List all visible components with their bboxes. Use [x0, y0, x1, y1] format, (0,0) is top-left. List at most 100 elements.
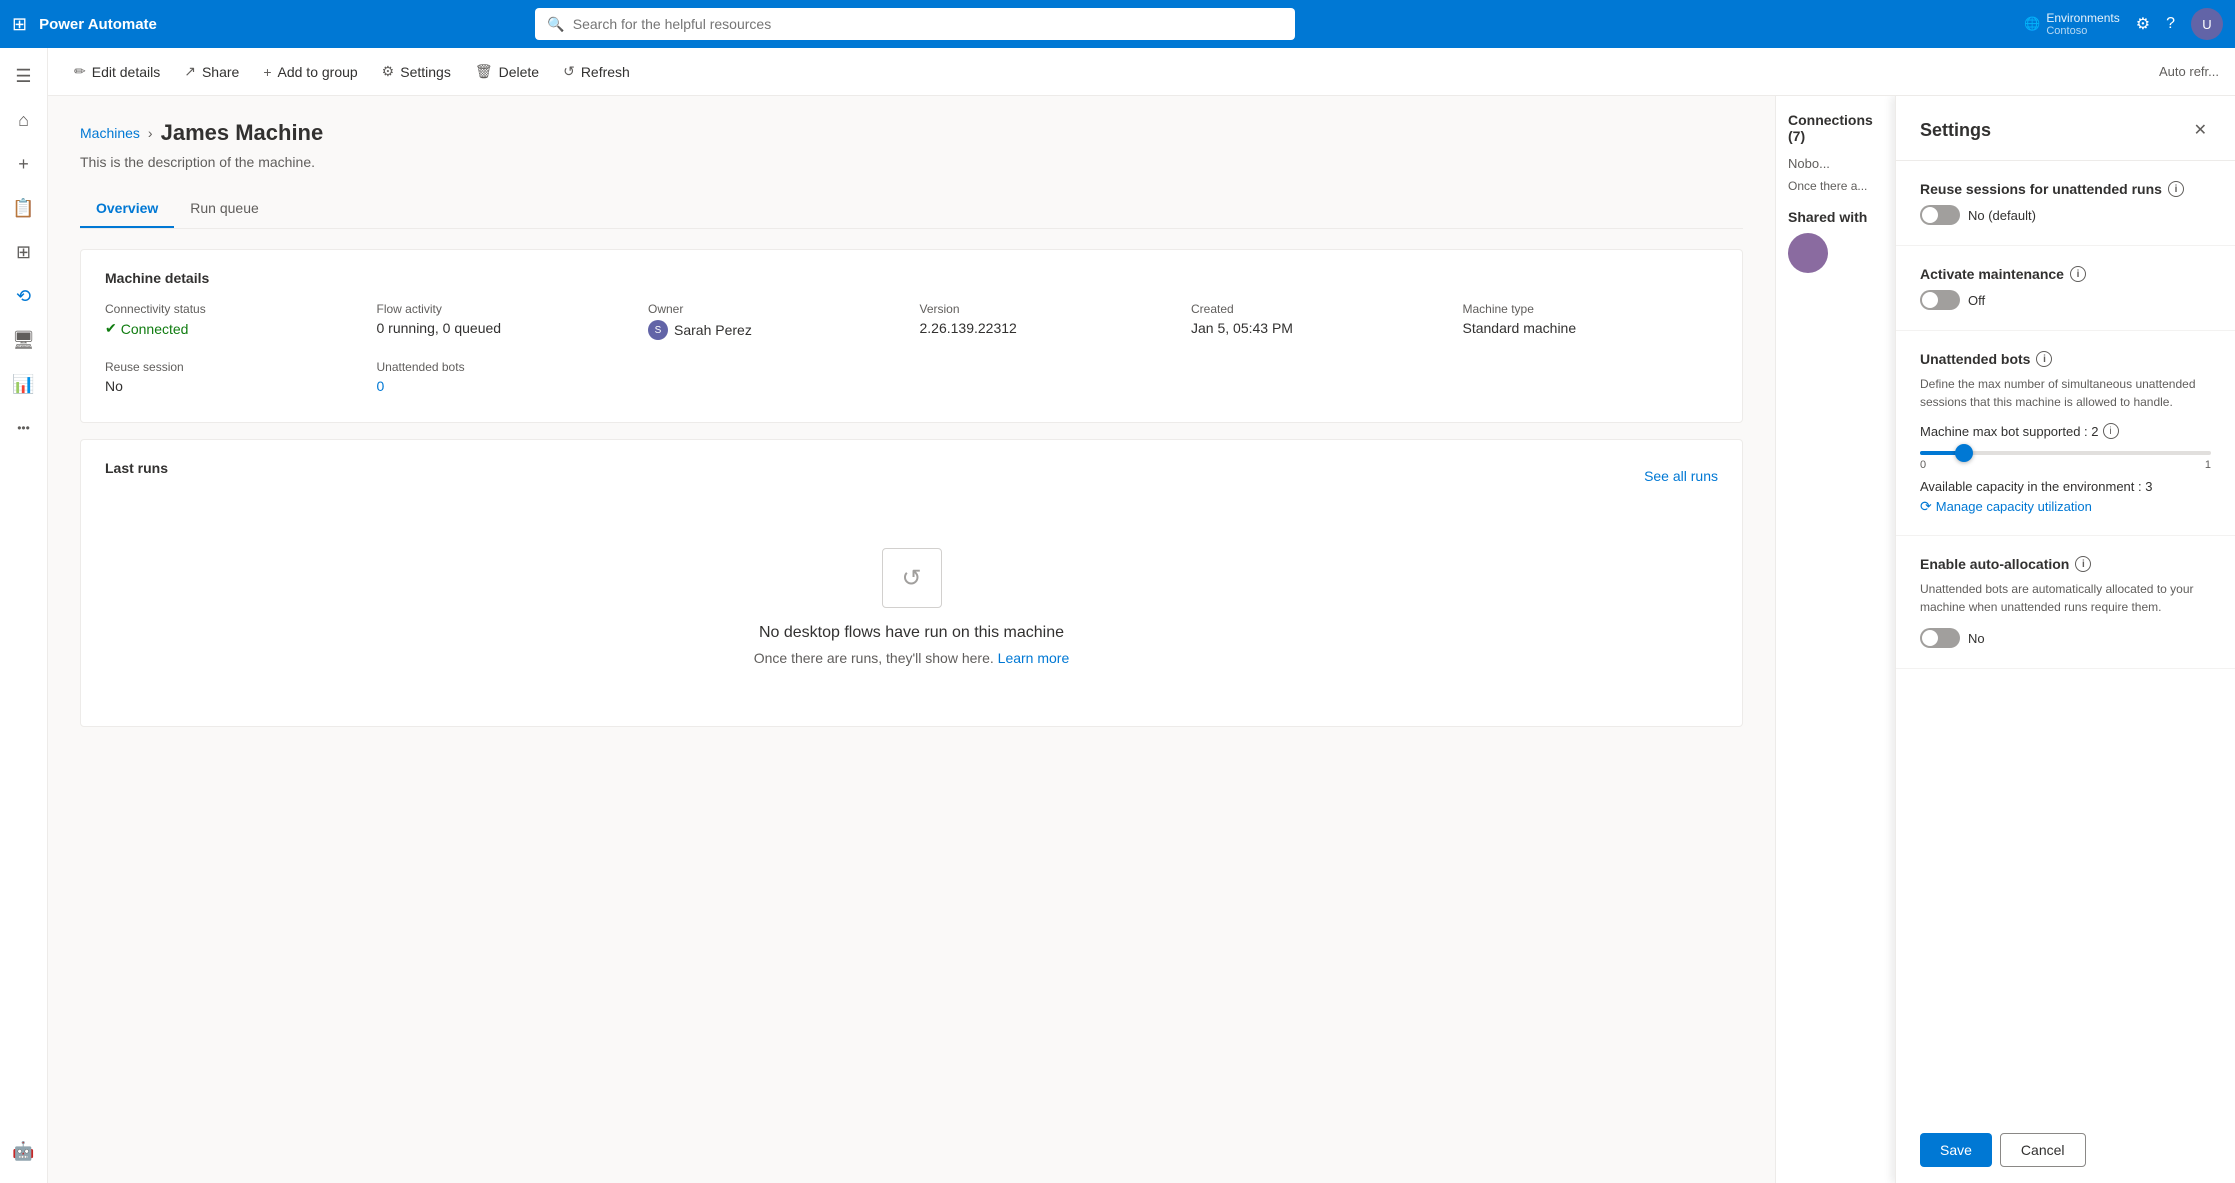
environment-selector[interactable]: 🌐 Environments Contoso [2024, 11, 2120, 37]
sidebar-monitor-icon[interactable]: 🖥 [4, 320, 44, 360]
app-grid-icon[interactable]: ⊞ [12, 14, 27, 35]
version-value: 2.26.139.22312 [920, 320, 1176, 336]
unattended-bots-section: Unattended bots i Define the max number … [1896, 331, 2235, 536]
close-panel-button[interactable]: ✕ [2190, 116, 2211, 144]
panel-footer: Save Cancel [1896, 1117, 2235, 1183]
slider-max: 1 [2205, 459, 2211, 471]
slider-min: 0 [1920, 459, 1926, 471]
sidebar-add-icon[interactable]: + [4, 144, 44, 184]
edit-details-button[interactable]: ✏ Edit details [64, 57, 170, 86]
sidebar-solutions-icon[interactable]: ⊞ [4, 232, 44, 272]
owner-avatar: S [648, 320, 668, 340]
add-to-group-button[interactable]: + Add to group [253, 58, 367, 86]
reuse-session-value: No [105, 378, 361, 394]
unattended-bots-label: Unattended bots [377, 360, 633, 374]
created-label: Created [1191, 302, 1447, 316]
sidebar-more-icon[interactable]: ••• [4, 408, 44, 448]
nav-right: 🌐 Environments Contoso ⚙ ? U [2024, 8, 2223, 40]
slider-container: 0 1 [1920, 451, 2211, 471]
delete-button[interactable]: 🗑 Delete [465, 57, 549, 86]
auto-refresh-label: Auto refr... [2159, 64, 2219, 79]
connected-icon: ✔ [105, 320, 117, 337]
app-title: Power Automate [39, 16, 157, 33]
machine-details-title: Machine details [105, 270, 1718, 286]
activate-maintenance-toggle-row: Off [1920, 290, 2211, 310]
auto-allocation-toggle-row: No [1920, 628, 2211, 648]
cancel-button[interactable]: Cancel [2000, 1133, 2086, 1167]
auto-allocation-desc: Unattended bots are automatically alloca… [1920, 580, 2211, 616]
unattended-bots-info-icon[interactable]: i [2036, 351, 2052, 367]
activate-maintenance-toggle[interactable] [1920, 290, 1960, 310]
sidebar-home-icon[interactable]: ⌂ [4, 100, 44, 140]
breadcrumb-parent[interactable]: Machines [80, 125, 140, 141]
auto-allocation-info-icon[interactable]: i [2075, 556, 2091, 572]
connections-title: Connections (7) [1788, 112, 1883, 144]
see-all-runs-link[interactable]: See all runs [1644, 468, 1718, 484]
share-icon: ↗ [184, 63, 196, 80]
auto-allocation-value: No [1968, 631, 1985, 646]
tabs: Overview Run queue [80, 190, 1743, 229]
tab-run-queue[interactable]: Run queue [174, 190, 275, 228]
reuse-sessions-value: No (default) [1968, 208, 2036, 223]
share-button[interactable]: ↗ Share [174, 57, 249, 86]
globe-icon: 🌐 [2024, 16, 2040, 32]
machine-max-bot-info-icon[interactable]: i [2103, 423, 2119, 439]
top-nav: ⊞ Power Automate 🔍 🌐 Environments Contos… [0, 0, 2235, 48]
avatar[interactable]: U [2191, 8, 2223, 40]
connectivity-value: ✔ Connected [105, 320, 361, 337]
environment-label: Environments [2046, 11, 2119, 25]
flow-activity-value: 0 running, 0 queued [377, 320, 633, 336]
sidebar-approvals-icon[interactable]: 📋 [4, 188, 44, 228]
owner-label: Owner [648, 302, 904, 316]
activate-maintenance-info-icon[interactable]: i [2070, 266, 2086, 282]
manage-capacity-link[interactable]: ⟳ Manage capacity utilization [1920, 498, 2211, 515]
connectivity-item: Connectivity status ✔ Connected [105, 302, 361, 340]
panel-header: Settings ✕ [1896, 96, 2235, 161]
sidebar-connections-icon[interactable]: ⟲ [4, 276, 44, 316]
help-icon[interactable]: ? [2166, 15, 2175, 33]
reuse-session-item: Reuse session No [105, 360, 361, 394]
settings-button[interactable]: ⚙ Settings [372, 57, 461, 86]
sidebar-analytics-icon[interactable]: 📊 [4, 364, 44, 404]
shared-avatar [1788, 233, 1828, 273]
reuse-sessions-info-icon[interactable]: i [2168, 181, 2184, 197]
save-button[interactable]: Save [1920, 1133, 1992, 1167]
unattended-bots-desc: Define the max number of simultaneous un… [1920, 375, 2211, 411]
sidebar-bot-icon[interactable]: 🤖 [4, 1131, 44, 1171]
auto-allocation-title: Enable auto-allocation i [1920, 556, 2211, 572]
last-runs-header: Last runs See all runs [105, 460, 1718, 492]
main-content: Machines › James Machine This is the des… [48, 96, 1775, 1183]
panel-title: Settings [1920, 120, 1991, 141]
unattended-bots-value[interactable]: 0 [377, 378, 633, 394]
slider-thumb[interactable] [1955, 444, 1973, 462]
slider-track [1920, 451, 2211, 455]
tab-overview[interactable]: Overview [80, 190, 174, 228]
search-input[interactable] [573, 16, 1284, 32]
unattended-bots-panel-title: Unattended bots i [1920, 351, 2211, 367]
available-capacity-label: Available capacity in the environment : … [1920, 479, 2211, 494]
content-wrapper: Machines › James Machine This is the des… [48, 96, 2235, 1183]
capacity-icon: ⟳ [1920, 498, 1932, 515]
shared-with-label: Shared with [1788, 209, 1883, 225]
learn-more-link[interactable]: Learn more [998, 650, 1070, 666]
owner-value: S Sarah Perez [648, 320, 904, 340]
search-bar: 🔍 [535, 8, 1295, 40]
settings-panel: Settings ✕ Reuse sessions for unattended… [1895, 96, 2235, 1183]
environment-name: Contoso [2046, 25, 2119, 37]
refresh-button[interactable]: ↺ Refresh [553, 57, 640, 86]
reuse-session-label: Reuse session [105, 360, 361, 374]
auto-allocation-section: Enable auto-allocation i Unattended bots… [1896, 536, 2235, 669]
sidebar-menu-icon[interactable]: ☰ [4, 56, 44, 96]
created-item: Created Jan 5, 05:43 PM [1191, 302, 1447, 340]
empty-desc: Once there are runs, they'll show here. … [754, 650, 1070, 666]
last-runs-card: Last runs See all runs ↺ No desktop flow… [80, 439, 1743, 727]
machine-details-card: Machine details Connectivity status ✔ Co… [80, 249, 1743, 423]
settings-icon[interactable]: ⚙ [2136, 14, 2150, 34]
machine-type-item: Machine type Standard machine [1463, 302, 1719, 340]
auto-allocation-toggle[interactable] [1920, 628, 1960, 648]
reuse-sessions-toggle[interactable] [1920, 205, 1960, 225]
breadcrumb-current: James Machine [161, 120, 324, 146]
toolbar: ✏ Edit details ↗ Share + Add to group ⚙ … [48, 48, 2235, 96]
reuse-sessions-section: Reuse sessions for unattended runs i No … [1896, 161, 2235, 246]
version-item: Version 2.26.139.22312 [920, 302, 1176, 340]
